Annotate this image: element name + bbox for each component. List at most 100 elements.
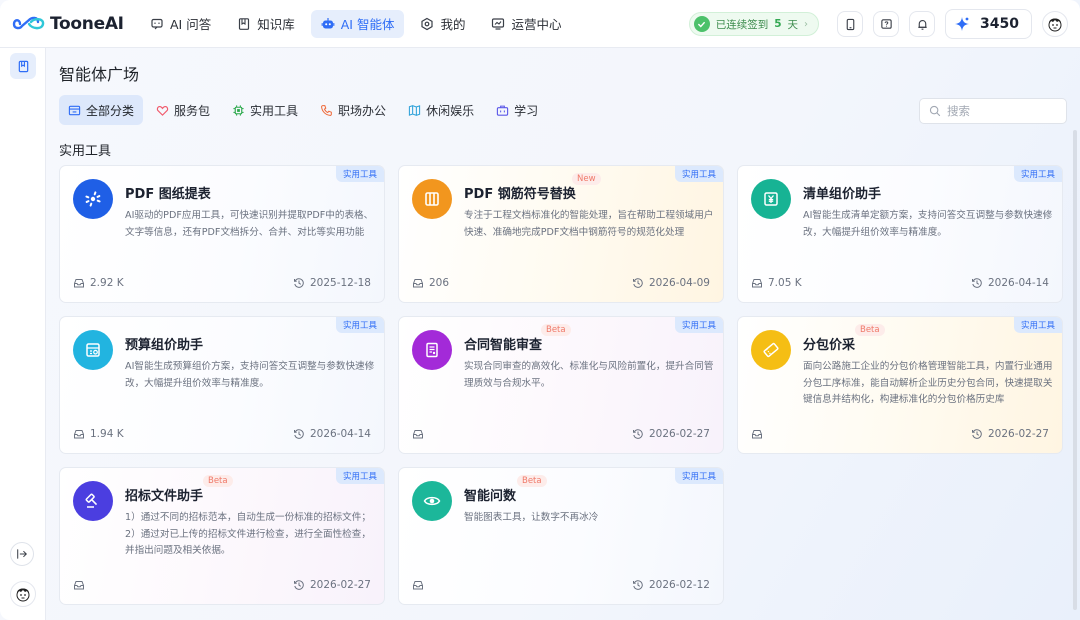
card-title: PDF 图纸提表 bbox=[125, 187, 211, 202]
usage-count-value: 2.92 K bbox=[90, 277, 124, 289]
nav-ai-qa[interactable]: AI 问答 bbox=[140, 10, 221, 38]
update-date: 2026-04-09 bbox=[632, 277, 710, 289]
mobile-button[interactable] bbox=[837, 11, 864, 37]
nav-ai-agent[interactable]: AI 智能体 bbox=[310, 9, 405, 38]
hexagon-icon bbox=[421, 17, 434, 30]
sidebar-avatar[interactable] bbox=[10, 581, 36, 607]
nav-knowledge-base[interactable]: 知识库 bbox=[227, 10, 305, 38]
logout-arrow-icon bbox=[17, 549, 28, 559]
agent-card-subcontract-pricing[interactable]: 实用工具 分包价采 Beta 面向公路施工企业的分包价格管理智能工具，内置行业通… bbox=[737, 316, 1063, 454]
agent-card-smart-data[interactable]: 实用工具 智能问数 Beta 智能图表工具，让数字不再冰冷 2026-02-12 bbox=[398, 467, 724, 605]
update-date-value: 2026-02-27 bbox=[987, 428, 1049, 440]
agent-card-budget-pricing[interactable]: 实用工具 预算组价助手 AI智能生成预算组价方案，支持问答交互调整与参数快速修改… bbox=[59, 316, 385, 454]
filter-label: 实用工具 bbox=[250, 103, 299, 118]
vertical-scrollbar[interactable] bbox=[1073, 130, 1077, 610]
help-icon bbox=[880, 18, 892, 29]
update-date: 2026-04-14 bbox=[971, 277, 1049, 289]
usage-count: 206 bbox=[412, 277, 449, 289]
pdf-table-icon bbox=[73, 179, 113, 219]
card-title: 智能问数 bbox=[464, 489, 517, 504]
filter-label: 服务包 bbox=[174, 103, 211, 118]
left-sidebar bbox=[0, 48, 46, 620]
card-description: AI智能生成清单定额方案，支持问答交互调整与参数快速修改，大幅提升组价效率与精准… bbox=[803, 210, 1053, 238]
nav-label: AI 问答 bbox=[170, 17, 212, 32]
sidebar-item-agents[interactable] bbox=[10, 53, 36, 79]
beta-tag: Beta bbox=[203, 475, 233, 487]
agent-card-bill-pricing[interactable]: 实用工具 清单组价助手 AI智能生成清单定额方案，支持问答交互调整与参数快速修改… bbox=[737, 165, 1063, 303]
app-window: TooneAI AI 问答 知识库 AI 智能体 我的 运营中心 已连续签到 5… bbox=[0, 0, 1080, 620]
briefcase-icon bbox=[496, 105, 509, 116]
update-date-value: 2026-02-27 bbox=[309, 579, 371, 591]
filter-office[interactable]: 职场办公 bbox=[311, 95, 395, 125]
card-description: 1）通过不同的招标范本，自动生成一份标准的招标文件； 2）通过对已上传的招标文件… bbox=[125, 512, 371, 556]
notification-button[interactable] bbox=[909, 11, 936, 37]
usage-count bbox=[412, 579, 429, 591]
help-button[interactable] bbox=[873, 11, 900, 37]
user-avatar[interactable] bbox=[1042, 11, 1068, 37]
gavel-icon bbox=[73, 481, 113, 521]
card-description: AI智能生成预算组价方案，支持问答交互调整与参数快速修改，大幅提升组价效率与精准… bbox=[125, 361, 375, 389]
usage-count-value: 1.94 K bbox=[90, 428, 124, 440]
cartoon-avatar-icon bbox=[1048, 18, 1062, 32]
filter-label: 休闲娱乐 bbox=[426, 103, 475, 118]
collapse-sidebar-button[interactable] bbox=[10, 542, 34, 566]
checkin-prefix: 已连续签到 bbox=[715, 18, 769, 31]
usage-count: 7.05 K bbox=[751, 277, 802, 289]
points-balance[interactable]: 3450 bbox=[945, 9, 1032, 39]
filter-all[interactable]: 全部分类 bbox=[59, 95, 144, 125]
brand-logo[interactable]: TooneAI bbox=[12, 14, 140, 34]
inbox-icon bbox=[413, 430, 423, 439]
nav-label: 运营中心 bbox=[511, 17, 562, 32]
nav-label: 知识库 bbox=[257, 17, 295, 32]
chevron-right-icon: › bbox=[804, 18, 809, 30]
card-description: 面向公路施工企业的分包价格管理智能工具，内置行业通用分包工序标准，能自动解析企业… bbox=[803, 361, 1053, 405]
card-title: PDF 钢筋符号替换 bbox=[464, 187, 576, 202]
filter-leisure[interactable]: 休闲娱乐 bbox=[399, 95, 483, 125]
update-date: 2026-04-14 bbox=[293, 428, 371, 440]
beta-tag: Beta bbox=[855, 324, 885, 336]
usage-count bbox=[751, 428, 768, 440]
search-placeholder: 搜索 bbox=[947, 104, 970, 118]
update-date-value: 2026-04-14 bbox=[309, 428, 371, 440]
filter-utility-tools[interactable]: 实用工具 bbox=[223, 95, 307, 125]
agent-card-tender-doc[interactable]: 实用工具 招标文件助手 Beta 1）通过不同的招标范本，自动生成一份标准的招标… bbox=[59, 467, 385, 605]
history-clock-icon bbox=[632, 278, 643, 288]
filter-learning[interactable]: 学习 bbox=[487, 95, 547, 125]
agent-card-pdf-table[interactable]: 实用工具 PDF 图纸提表 AI驱动的PDF应用工具，可快速识别并提取PDF中的… bbox=[59, 165, 385, 303]
agent-card-rebar-replace[interactable]: 实用工具 PDF 钢筋符号替换 New 专注于工程文档标准化的智能处理，旨在帮助… bbox=[398, 165, 724, 303]
category-badge: 实用工具 bbox=[335, 166, 384, 182]
history-clock-icon bbox=[293, 429, 304, 439]
history-clock-icon bbox=[293, 278, 304, 288]
usage-count: 2.92 K bbox=[73, 277, 124, 289]
update-date: 2026-02-27 bbox=[632, 428, 710, 440]
heart-icon bbox=[156, 105, 169, 116]
history-clock-icon bbox=[632, 580, 643, 590]
card-description: 智能图表工具，让数字不再冰冷 bbox=[464, 512, 599, 523]
nav-mine[interactable]: 我的 bbox=[410, 10, 475, 38]
check-icon bbox=[693, 16, 710, 32]
checkin-badge[interactable]: 已连续签到 5 天 › bbox=[688, 12, 820, 36]
nav-label: AI 智能体 bbox=[340, 17, 395, 32]
inbox-icon bbox=[74, 430, 84, 439]
section-title: 实用工具 bbox=[59, 144, 112, 159]
eye-icon bbox=[412, 481, 452, 521]
search-input[interactable]: 搜索 bbox=[919, 98, 1067, 124]
agent-card-contract-review[interactable]: 实用工具 合同智能审查 Beta 实现合同审查的高效化、标准化与风险前置化，提升… bbox=[398, 316, 724, 454]
history-clock-icon bbox=[293, 580, 304, 590]
inbox-icon bbox=[413, 279, 423, 288]
checkin-unit: 天 bbox=[787, 18, 799, 31]
chat-icon bbox=[151, 18, 163, 29]
card-title: 预算组价助手 bbox=[125, 338, 204, 353]
update-date: 2026-02-27 bbox=[293, 579, 371, 591]
book-icon bbox=[239, 17, 250, 30]
nav-operations-center[interactable]: 运营中心 bbox=[481, 10, 571, 38]
card-description: 专注于工程文档标准化的智能处理，旨在帮助工程领域用户快速、准确地完成PDF文档中… bbox=[464, 210, 714, 238]
contract-icon bbox=[412, 330, 452, 370]
update-date-value: 2026-04-09 bbox=[648, 277, 710, 289]
history-clock-icon bbox=[971, 278, 982, 288]
cartoon-avatar-icon bbox=[16, 588, 30, 602]
category-badge: 实用工具 bbox=[674, 166, 723, 182]
filter-service-pack[interactable]: 服务包 bbox=[147, 95, 219, 125]
card-title: 清单组价助手 bbox=[803, 187, 882, 202]
yuan-list-icon bbox=[751, 179, 791, 219]
